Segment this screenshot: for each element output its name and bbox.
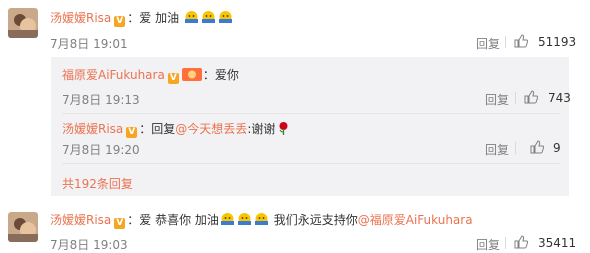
more-replies-link[interactable]: 共192条回复 bbox=[62, 175, 133, 192]
action-divider bbox=[505, 237, 506, 249]
emoji-fighting-icon bbox=[218, 11, 232, 23]
username-link[interactable]: 福原爱AiFukuhara bbox=[62, 68, 165, 82]
avatar[interactable] bbox=[8, 8, 38, 38]
reply-button[interactable]: 回复 bbox=[485, 91, 509, 108]
comment-time: 7月8日 19:01 bbox=[50, 37, 128, 51]
username-link[interactable]: 汤嫒嫒Risa bbox=[62, 122, 123, 136]
comment-text: ：爱 恭喜你 加油 bbox=[127, 213, 219, 227]
membership-badge-icon bbox=[181, 68, 202, 81]
reply-time: 7月8日 19:20 bbox=[62, 143, 140, 157]
comment-text: 我们永远支持你 bbox=[269, 213, 358, 227]
like-icon[interactable] bbox=[530, 140, 544, 154]
like-icon[interactable] bbox=[514, 34, 528, 48]
emoji-fighting-icon bbox=[184, 11, 198, 23]
reply-prefix: ：回复 bbox=[139, 122, 176, 136]
verified-icon: V bbox=[126, 127, 138, 138]
rose-emoji-icon bbox=[279, 122, 288, 135]
like-icon[interactable] bbox=[524, 90, 538, 104]
verified-icon: V bbox=[114, 16, 126, 27]
avatar-image bbox=[8, 8, 38, 38]
like-count: 9 bbox=[553, 141, 561, 155]
action-divider bbox=[515, 142, 516, 154]
reply-button[interactable]: 回复 bbox=[485, 141, 509, 158]
action-divider bbox=[505, 36, 506, 48]
reply-button[interactable]: 回复 bbox=[476, 236, 500, 253]
comment-time: 7月8日 19:03 bbox=[50, 238, 128, 252]
reply-divider bbox=[62, 163, 560, 164]
emoji-fighting-icon bbox=[201, 11, 215, 23]
reply-text: ：爱你 bbox=[202, 68, 239, 82]
like-icon[interactable] bbox=[514, 235, 528, 249]
mention-link[interactable]: @福原爱AiFukuhara bbox=[358, 213, 473, 227]
like-count: 743 bbox=[548, 91, 571, 105]
comment-text: ：爱 加油 bbox=[127, 11, 180, 25]
reply-line: 汤嫒嫒Risa V ：回复@今天想丢丢:谢谢 bbox=[62, 120, 292, 138]
verified-icon: V bbox=[114, 218, 126, 229]
verified-icon: V bbox=[167, 73, 179, 84]
reply-line: 福原爱AiFukuhara V ：爱你 bbox=[62, 66, 239, 84]
emoji-fighting-icon bbox=[220, 213, 234, 225]
like-count: 51193 bbox=[538, 35, 577, 49]
emoji-fighting-icon bbox=[254, 213, 268, 225]
username-link[interactable]: 汤嫒嫒Risa bbox=[50, 213, 111, 227]
avatar-image bbox=[8, 212, 38, 242]
mention-link[interactable]: @今天想丢丢 bbox=[175, 122, 247, 136]
reply-divider bbox=[62, 113, 560, 114]
comment-line: 汤嫒嫒Risa V ：爱 加油 bbox=[50, 9, 234, 27]
username-link[interactable]: 汤嫒嫒Risa bbox=[50, 11, 111, 25]
reply-button[interactable]: 回复 bbox=[476, 35, 500, 52]
reply-text: :谢谢 bbox=[247, 122, 276, 136]
emoji-fighting-icon bbox=[237, 213, 251, 225]
avatar[interactable] bbox=[8, 212, 38, 242]
reply-time: 7月8日 19:13 bbox=[62, 93, 140, 107]
action-divider bbox=[515, 92, 516, 104]
like-count: 35411 bbox=[538, 236, 577, 250]
comment-line: 汤嫒嫒Risa V ：爱 恭喜你 加油 我们永远支持你@福原爱AiFukuhara bbox=[50, 211, 473, 229]
